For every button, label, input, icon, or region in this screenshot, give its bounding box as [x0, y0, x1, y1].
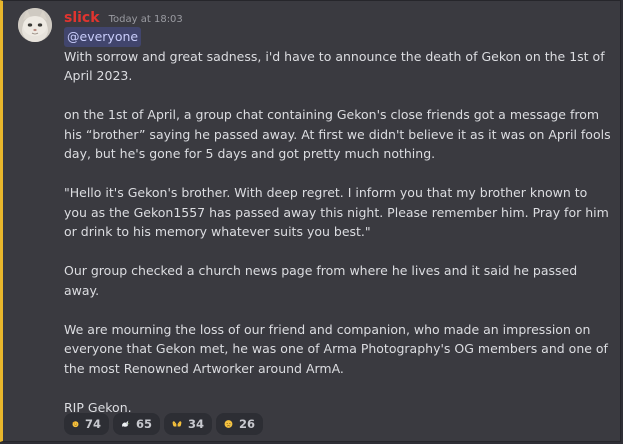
reactions-bar: 74 65 34 26: [64, 413, 263, 435]
message-content: @everyone With sorrow and great sadness,…: [64, 27, 612, 417]
reaction-count: 74: [84, 417, 101, 431]
everyone-mention[interactable]: @everyone: [64, 27, 142, 47]
open-hands-icon: [172, 421, 182, 427]
reaction-saluting-face[interactable]: 74: [64, 413, 109, 435]
reaction-open-hands[interactable]: 34: [164, 413, 212, 435]
crying-face-icon: [224, 420, 233, 428]
reaction-count: 34: [187, 417, 204, 431]
message-paragraph: "Hello it's Gekon's brother. With deep r…: [64, 185, 609, 239]
message-paragraph: With sorrow and great sadness, i'd have …: [64, 48, 605, 84]
reaction-count: 26: [238, 417, 255, 431]
reaction-crying-face[interactable]: 26: [216, 413, 263, 435]
message-paragraph: We are mourning the loss of our friend a…: [64, 321, 608, 376]
message-paragraph: on the 1st of April, a group chat contai…: [64, 107, 611, 161]
cat-avatar-icon: [18, 8, 52, 42]
reaction-count: 65: [135, 417, 152, 431]
message-paragraph: Our group checked a church news page fro…: [64, 263, 578, 298]
avatar[interactable]: [18, 8, 52, 42]
message-header: slick Today at 18:03: [64, 7, 183, 26]
username[interactable]: slick: [64, 10, 100, 26]
timestamp: Today at 18:03: [108, 14, 183, 25]
message: slick Today at 18:03 @everyone With sorr…: [0, 0, 621, 442]
reaction-dove[interactable]: 65: [113, 413, 160, 435]
saluting-face-icon: [72, 421, 79, 428]
dove-icon: [122, 420, 130, 427]
